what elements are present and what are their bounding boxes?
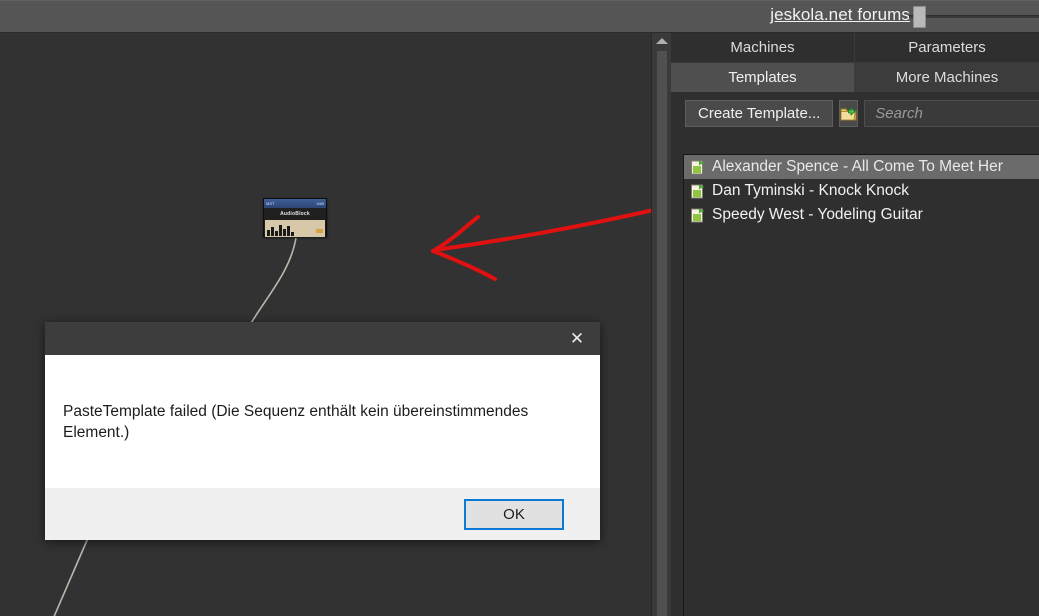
- red-annotation-arrow: [415, 203, 651, 283]
- machine-level-meter: [265, 220, 325, 237]
- application-window: jeskola.net forums MST -0dB AudioBlock: [0, 0, 1039, 616]
- machine-block-audioblock[interactable]: MST -0dB AudioBlock: [263, 198, 327, 237]
- list-item[interactable]: Dan Tyminski - Knock Knock: [684, 179, 1039, 203]
- machine-name: AudioBlock: [264, 208, 326, 219]
- dialog-body: PasteTemplate failed (Die Sequenz enthäl…: [45, 355, 600, 488]
- list-item-label: Alexander Spence - All Come To Meet Her: [712, 158, 1003, 176]
- error-dialog: ✕ PasteTemplate failed (Die Sequenz enth…: [45, 322, 600, 540]
- topbar-slider-track[interactable]: [909, 15, 1039, 18]
- machine-header: MST -0dB: [264, 199, 326, 208]
- list-item[interactable]: Speedy West - Yodeling Guitar: [684, 203, 1039, 227]
- template-document-icon: [690, 184, 705, 199]
- folder-import-icon: [840, 106, 857, 122]
- top-bar: jeskola.net forums: [0, 0, 1039, 33]
- topbar-slider-thumb[interactable]: [913, 6, 926, 28]
- list-item-label: Dan Tyminski - Knock Knock: [712, 182, 909, 200]
- dialog-title-bar[interactable]: ✕: [45, 322, 600, 355]
- tab-row-secondary: Templates More Machines: [671, 63, 1039, 92]
- right-panel: Machines Parameters Templates More Machi…: [671, 33, 1039, 616]
- templates-toolbar: Create Template...: [671, 92, 1039, 135]
- templates-list[interactable]: Alexander Spence - All Come To Meet Her …: [683, 154, 1039, 616]
- ok-button[interactable]: OK: [464, 499, 564, 530]
- list-item[interactable]: Alexander Spence - All Come To Meet Her: [684, 155, 1039, 179]
- scroll-up-arrow-icon[interactable]: [656, 38, 668, 44]
- machine-header-left: MST: [266, 199, 274, 208]
- tab-more-machines[interactable]: More Machines: [855, 63, 1039, 92]
- create-template-button[interactable]: Create Template...: [685, 100, 833, 127]
- tab-row-primary: Machines Parameters: [671, 33, 1039, 63]
- close-icon[interactable]: ✕: [554, 322, 600, 355]
- machine-name-label: AudioBlock: [280, 211, 310, 217]
- jeskola-forums-link[interactable]: jeskola.net forums: [770, 5, 910, 25]
- dialog-footer: OK: [45, 488, 600, 540]
- template-document-icon: [690, 208, 705, 223]
- machine-header-right: -0dB: [316, 199, 324, 208]
- import-template-button[interactable]: [839, 100, 858, 127]
- tab-templates[interactable]: Templates: [671, 63, 855, 92]
- tab-machines[interactable]: Machines: [671, 33, 855, 62]
- panel-vertical-scrollbar[interactable]: [651, 33, 671, 616]
- scroll-track[interactable]: [657, 51, 667, 616]
- search-input[interactable]: [875, 105, 1039, 122]
- template-document-icon: [690, 160, 705, 175]
- list-item-label: Speedy West - Yodeling Guitar: [712, 206, 923, 224]
- tab-parameters[interactable]: Parameters: [855, 33, 1039, 62]
- dialog-message: PasteTemplate failed (Die Sequenz enthäl…: [63, 401, 570, 443]
- search-box[interactable]: [864, 100, 1039, 127]
- machine-led-indicator: [316, 229, 323, 233]
